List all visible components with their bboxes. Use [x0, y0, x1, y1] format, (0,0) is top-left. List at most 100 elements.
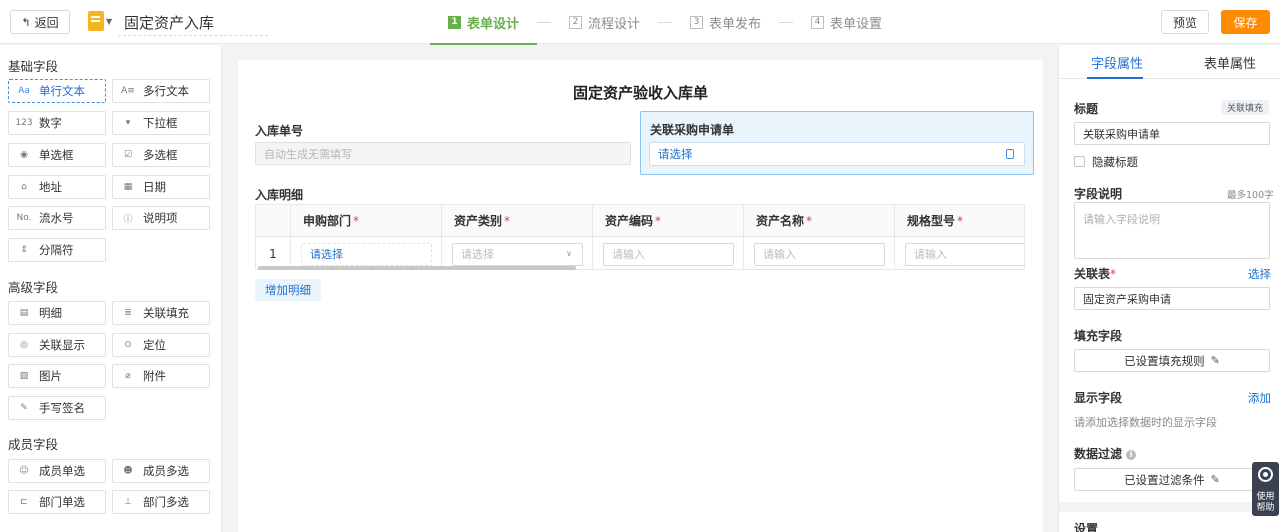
field-label: 多行文本 [143, 84, 189, 98]
form-canvas: 固定资产验收入库单 入库单号 自动生成无需填写 关联采购申请单 请选择 入库明细… [238, 60, 1043, 532]
preview-button[interactable]: 预览 [1161, 10, 1209, 34]
field-no-input[interactable]: 自动生成无需填写 [255, 142, 631, 165]
back-button[interactable]: ↰ 返回 [10, 10, 70, 34]
asset-name-input[interactable]: 请输入 [754, 242, 885, 266]
info-icon: ⓘ [123, 214, 133, 225]
field-related-fill[interactable]: ≣ 关联填充 [112, 301, 210, 325]
field-label: 附件 [143, 369, 166, 383]
tab-form-props[interactable]: 表单属性 [1204, 53, 1256, 72]
filter-conditions-button[interactable]: 已设置过滤条件 ✎ [1074, 468, 1270, 491]
user-icon: ☺ [19, 466, 29, 476]
field-member-single[interactable]: ☺ 成员单选 [8, 459, 106, 483]
related-field-select[interactable]: 请选择 [649, 142, 1025, 166]
column-header[interactable]: 资产类别 * [441, 205, 592, 236]
properties-tabs: 字段属性 表单属性 [1059, 45, 1280, 79]
hide-title-label: 隐藏标题 [1092, 155, 1138, 169]
field-label: 日期 [143, 180, 166, 194]
fill-rules-label: 已设置填充规则 [1124, 355, 1205, 368]
step-form-design[interactable]: 1 表单设计 [430, 0, 538, 45]
field-dropdown[interactable]: ▾ 下拉框 [112, 111, 210, 135]
field-label: 成员单选 [39, 464, 85, 478]
field-related-display[interactable]: ◎ 关联显示 [8, 333, 106, 357]
rel-table-input[interactable]: 固定资产采购申请 [1074, 287, 1270, 310]
field-palette: 基础字段 Aa 单行文本 A≡ 多行文本 123 数字 ▾ 下拉框 ◉ 单选框 … [0, 45, 222, 532]
field-dept-single[interactable]: ⊏ 部门单选 [8, 490, 106, 514]
tab-field-props[interactable]: 字段属性 [1091, 53, 1143, 72]
desc-textarea[interactable]: 请输入字段说明 [1074, 202, 1270, 259]
help-widget[interactable]: 使用 帮助 [1252, 462, 1279, 516]
step-nav: 1 表单设计 2 流程设计 3 表单发布 4 表单设置 [430, 0, 900, 45]
field-label: 流水号 [39, 211, 74, 225]
related-field-card[interactable]: 关联采购申请单 请选择 [640, 111, 1034, 175]
field-description[interactable]: ⓘ 说明项 [112, 206, 210, 230]
field-image[interactable]: ▨ 图片 [8, 364, 106, 388]
divider-icon: ⇕ [20, 245, 28, 255]
field-label: 分隔符 [39, 243, 74, 257]
step-form-publish[interactable]: 3 表单发布 [672, 0, 779, 44]
form-app-icon[interactable]: ▼ [88, 11, 112, 33]
category-select[interactable]: 请选择 ∨ [452, 242, 583, 266]
field-date[interactable]: ▦ 日期 [112, 175, 210, 199]
spec-input[interactable]: 请输入 [905, 242, 1024, 266]
field-no-label: 入库单号 [255, 124, 304, 138]
form-title: 固定资产验收入库单 [572, 84, 708, 102]
signature-pen-icon: ✎ [20, 403, 28, 413]
field-radio[interactable]: ◉ 单选框 [8, 143, 106, 167]
step-form-settings[interactable]: 4 表单设置 [793, 0, 900, 44]
field-serial-number[interactable]: No. 流水号 [8, 206, 106, 230]
table-scrollbar[interactable] [258, 266, 576, 270]
edit-pencil-icon: ✎ [1210, 474, 1220, 486]
display-hint: 请添加选择数据时的显示字段 [1074, 416, 1217, 429]
field-divider[interactable]: ⇕ 分隔符 [8, 238, 106, 262]
field-label: 定位 [143, 338, 166, 352]
field-label: 地址 [39, 180, 62, 194]
title-input[interactable]: 关联采购申请单 [1074, 122, 1270, 145]
rel-table-select-link[interactable]: 选择 [1237, 266, 1271, 282]
text-line-icon: Aa [18, 86, 30, 96]
help-label: 使用 帮助 [1256, 492, 1275, 513]
detail-label: 入库明细 [255, 188, 304, 202]
field-label: 单行文本 [39, 84, 85, 98]
field-attachment[interactable]: ⌀ 附件 [112, 364, 210, 388]
field-checkbox[interactable]: ☑ 多选框 [112, 143, 210, 167]
info-icon[interactable]: i [1126, 449, 1137, 460]
calendar-icon: ▦ [123, 182, 133, 192]
field-location[interactable]: ⊙ 定位 [112, 333, 210, 357]
display-add-link[interactable]: 添加 [1237, 390, 1271, 406]
chevron-down-icon: ∨ [566, 248, 572, 258]
step-number: 1 [448, 15, 461, 29]
field-number[interactable]: 123 数字 [8, 111, 106, 135]
column-header[interactable]: 资产编码 * [592, 205, 743, 236]
dropdown-icon: ▾ [125, 118, 131, 128]
number-icon: 123 [15, 118, 33, 128]
fill-rules-button[interactable]: 已设置填充规则 ✎ [1074, 349, 1270, 372]
field-dept-multi[interactable]: ⊥ 部门多选 [112, 490, 210, 514]
field-single-text[interactable]: Aa 单行文本 [8, 79, 106, 103]
field-detail[interactable]: ▤ 明细 [8, 301, 106, 325]
dept-select[interactable]: 请选择 [301, 242, 432, 266]
table-cell: 请输入 [592, 237, 743, 269]
step-flow-design[interactable]: 2 流程设计 [551, 0, 658, 44]
app-title[interactable]: 固定资产入库 [124, 12, 214, 33]
column-header[interactable]: 申购部门 * [290, 205, 441, 236]
hide-title-checkbox[interactable] [1074, 156, 1085, 167]
table-header: 申购部门 * 资产类别 * 资产编码 * 资产名称 * 规格型号 * [256, 205, 1024, 237]
step-label: 表单发布 [709, 16, 762, 32]
document-icon [88, 11, 104, 31]
field-label: 部门多选 [143, 495, 189, 509]
department-icon: ⊏ [20, 497, 28, 507]
column-header[interactable]: 资产名称 * [743, 205, 894, 236]
field-member-multi[interactable]: ☻ 成员多选 [112, 459, 210, 483]
back-arrow-icon: ↰ [21, 16, 31, 29]
field-multi-text[interactable]: A≡ 多行文本 [112, 79, 210, 103]
paperclip-icon: ⌀ [125, 371, 131, 381]
save-button[interactable]: 保存 [1221, 10, 1270, 34]
step-separator [779, 21, 794, 23]
field-address[interactable]: ⌂ 地址 [8, 175, 106, 199]
field-signature[interactable]: ✎ 手写签名 [8, 396, 106, 420]
asset-code-input[interactable]: 请输入 [603, 242, 734, 266]
eye-icon: ◎ [20, 340, 28, 350]
add-detail-button[interactable]: 增加明细 [255, 279, 321, 301]
step-label: 流程设计 [588, 16, 641, 32]
column-header[interactable]: 规格型号 * [894, 205, 1024, 236]
